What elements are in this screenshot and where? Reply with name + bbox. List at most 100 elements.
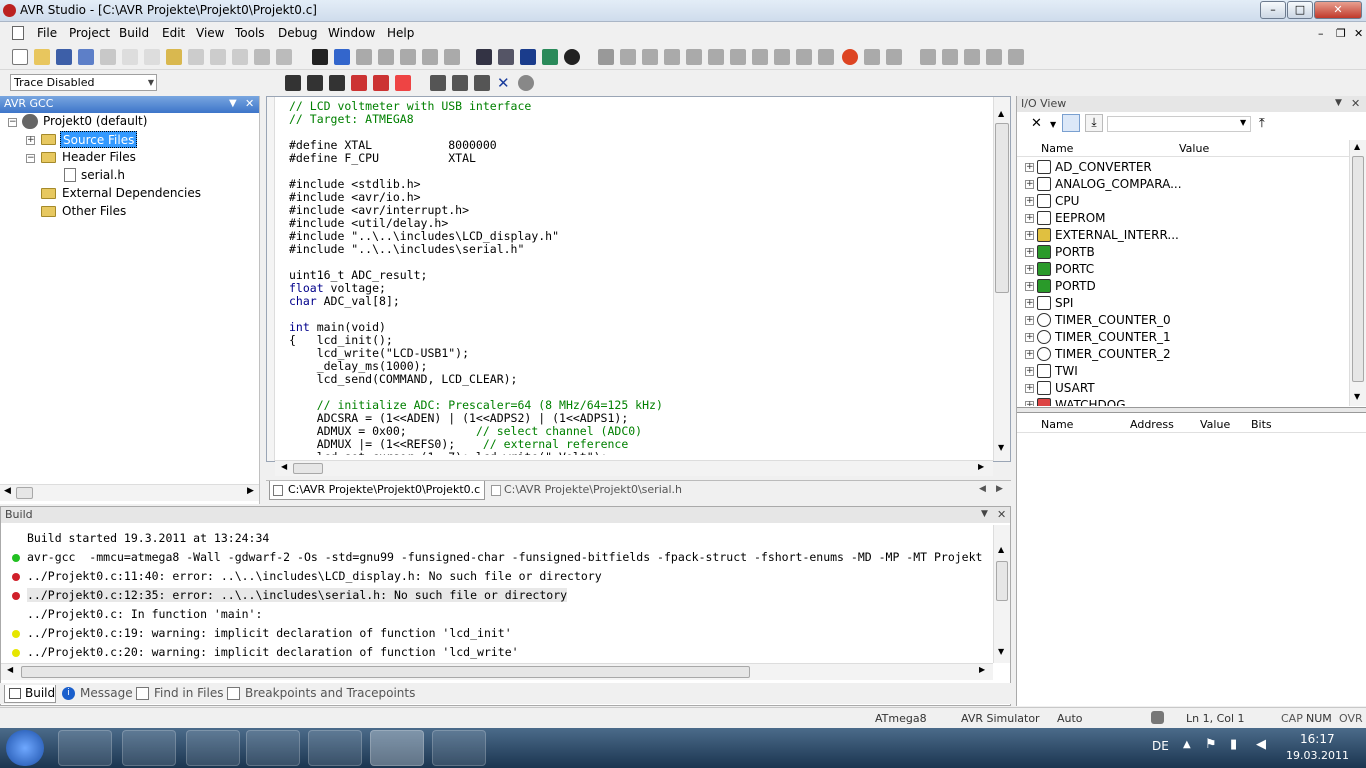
io-filter-input[interactable]: ▼: [1107, 116, 1251, 132]
trace-clear-icon[interactable]: ✕: [497, 74, 510, 92]
io-item[interactable]: PORTD: [1055, 278, 1096, 295]
expand-icon[interactable]: +: [1025, 214, 1034, 223]
expand-icon[interactable]: +: [1025, 265, 1034, 274]
menu-debug[interactable]: Debug: [278, 26, 317, 40]
build-line[interactable]: ../Projekt0.c: In function 'main':: [27, 607, 262, 621]
menu-help[interactable]: Help: [387, 26, 414, 40]
tab-build[interactable]: Build: [4, 685, 56, 703]
window-icon[interactable]: [254, 49, 270, 65]
expand-icon[interactable]: +: [1025, 384, 1034, 393]
taskbar-explorer[interactable]: [58, 730, 112, 766]
reset-icon[interactable]: [664, 49, 680, 65]
io-item[interactable]: PORTB: [1055, 244, 1095, 261]
mdi-minimize-button[interactable]: –: [1318, 27, 1324, 40]
expand-icon[interactable]: +: [1025, 350, 1034, 359]
collapse-icon[interactable]: −: [26, 154, 35, 163]
io-top-icon[interactable]: ⤒: [1259, 116, 1265, 131]
build-line[interactable]: ../Projekt0.c:20: warning: implicit decl…: [27, 645, 519, 659]
window-memory-icon[interactable]: [964, 49, 980, 65]
bookmark-next-icon[interactable]: [356, 49, 372, 65]
io-item[interactable]: EEPROM: [1055, 210, 1106, 227]
io-splitter[interactable]: [1017, 407, 1366, 413]
scroll-thumb[interactable]: [16, 487, 33, 499]
tree-hscrollbar[interactable]: ◀ ▶: [0, 484, 259, 501]
bookmark-prev-icon[interactable]: [378, 49, 394, 65]
io-item[interactable]: CPU: [1055, 193, 1079, 210]
menu-window[interactable]: Window: [328, 26, 375, 40]
expand-icon[interactable]: +: [1025, 231, 1034, 240]
new-file-icon[interactable]: [12, 49, 28, 65]
expand-icon[interactable]: +: [1025, 248, 1034, 257]
mdi-restore-button[interactable]: ❐: [1336, 27, 1346, 40]
scroll-down-icon[interactable]: ▼: [1354, 392, 1360, 401]
trace-auto-icon[interactable]: [395, 75, 411, 91]
expand-icon[interactable]: +: [26, 136, 35, 145]
panel-menu-icon[interactable]: ▼: [1335, 96, 1342, 111]
watch-icon[interactable]: [886, 49, 902, 65]
binoculars-icon[interactable]: [276, 49, 292, 65]
io-detail-col-name[interactable]: Name: [1041, 418, 1073, 431]
build-vscrollbar[interactable]: ▲ ▼: [993, 525, 1010, 663]
expand-icon[interactable]: +: [1025, 197, 1034, 206]
open-folder-icon[interactable]: [34, 49, 50, 65]
code-line[interactable]: [289, 308, 989, 321]
scroll-thumb[interactable]: [995, 123, 1009, 293]
trace-window-icon[interactable]: [430, 75, 446, 91]
io-item[interactable]: TIMER_COUNTER_0: [1055, 312, 1171, 329]
tab-next-icon[interactable]: ▶: [996, 484, 1003, 494]
window-register-icon[interactable]: [986, 49, 1002, 65]
code-line[interactable]: #define F_CPU XTAL: [289, 152, 989, 165]
code-line[interactable]: char ADC_val[8];: [289, 295, 989, 308]
io-item[interactable]: TIMER_COUNTER_2: [1055, 346, 1171, 363]
flag-icon[interactable]: ⚑: [1205, 737, 1217, 752]
tree-other-files[interactable]: Other Files: [62, 203, 126, 220]
scroll-right-icon[interactable]: ▶: [979, 665, 985, 674]
build-line[interactable]: ../Projekt0.c:12:35: error: ..\..\includ…: [27, 588, 568, 602]
battery-icon[interactable]: ▮: [1230, 737, 1237, 752]
scroll-thumb[interactable]: [1352, 156, 1364, 382]
connect-icon[interactable]: [542, 49, 558, 65]
io-item[interactable]: AD_CONVERTER: [1055, 159, 1152, 176]
trace-window2-icon[interactable]: [452, 75, 468, 91]
tree-header-files[interactable]: Header Files: [62, 149, 136, 166]
io-item[interactable]: SPI: [1055, 295, 1073, 312]
scroll-thumb[interactable]: [996, 561, 1008, 601]
taskbar-desktop[interactable]: [308, 730, 362, 766]
build-line[interactable]: avr-gcc -mmcu=atmega8 -Wall -gdwarf-2 -O…: [27, 550, 982, 564]
trace-select[interactable]: Trace Disabled ▼: [10, 74, 157, 91]
cut-icon[interactable]: [122, 49, 138, 65]
io-sync-icon[interactable]: [1062, 114, 1080, 132]
trace-settings-icon[interactable]: [518, 75, 534, 91]
code-line[interactable]: #include "..\..\includes\serial.h": [289, 243, 989, 256]
scroll-down-icon[interactable]: ▼: [998, 647, 1004, 656]
panel-menu-icon[interactable]: ▼: [229, 96, 237, 112]
build-line[interactable]: Build started 19.3.2011 at 13:24:34: [27, 531, 269, 545]
code-line[interactable]: lcd_set_cursor (1, 7); lcd_write(" Volt"…: [289, 451, 989, 456]
scroll-right-icon[interactable]: ▶: [247, 486, 254, 496]
save-all-icon[interactable]: [78, 49, 94, 65]
window-tile-icon[interactable]: [920, 49, 936, 65]
run-to-cursor-icon[interactable]: [752, 49, 768, 65]
panel-close-icon[interactable]: ✕: [1351, 96, 1360, 111]
io-item[interactable]: ANALOG_COMPARA...: [1055, 176, 1182, 193]
copy-icon[interactable]: [144, 49, 160, 65]
code-line[interactable]: // Target: ATMEGA8: [289, 113, 989, 126]
remove-breakpoints-icon[interactable]: [864, 49, 880, 65]
trace-arrow2-icon[interactable]: [373, 75, 389, 91]
editor-vscrollbar[interactable]: ▲ ▼: [993, 97, 1010, 461]
scroll-thumb[interactable]: [21, 666, 750, 678]
collapse-icon[interactable]: −: [8, 118, 17, 127]
bookmark-clear-icon[interactable]: [400, 49, 416, 65]
trace-chip-icon[interactable]: [285, 75, 301, 91]
io-item[interactable]: TWI: [1055, 363, 1078, 380]
io-item[interactable]: WATCHDOG: [1055, 397, 1126, 406]
save-icon[interactable]: [56, 49, 72, 65]
start-button[interactable]: [6, 730, 44, 766]
run-icon[interactable]: [598, 49, 614, 65]
chevron-down-icon[interactable]: ▼: [1050, 120, 1056, 129]
io-download-icon[interactable]: ⤓: [1085, 114, 1103, 132]
expand-icon[interactable]: +: [1025, 299, 1034, 308]
bookmark-icon[interactable]: [334, 49, 350, 65]
io-vscrollbar[interactable]: ▲ ▼: [1349, 140, 1366, 406]
tab-prev-icon[interactable]: ◀: [979, 484, 986, 494]
